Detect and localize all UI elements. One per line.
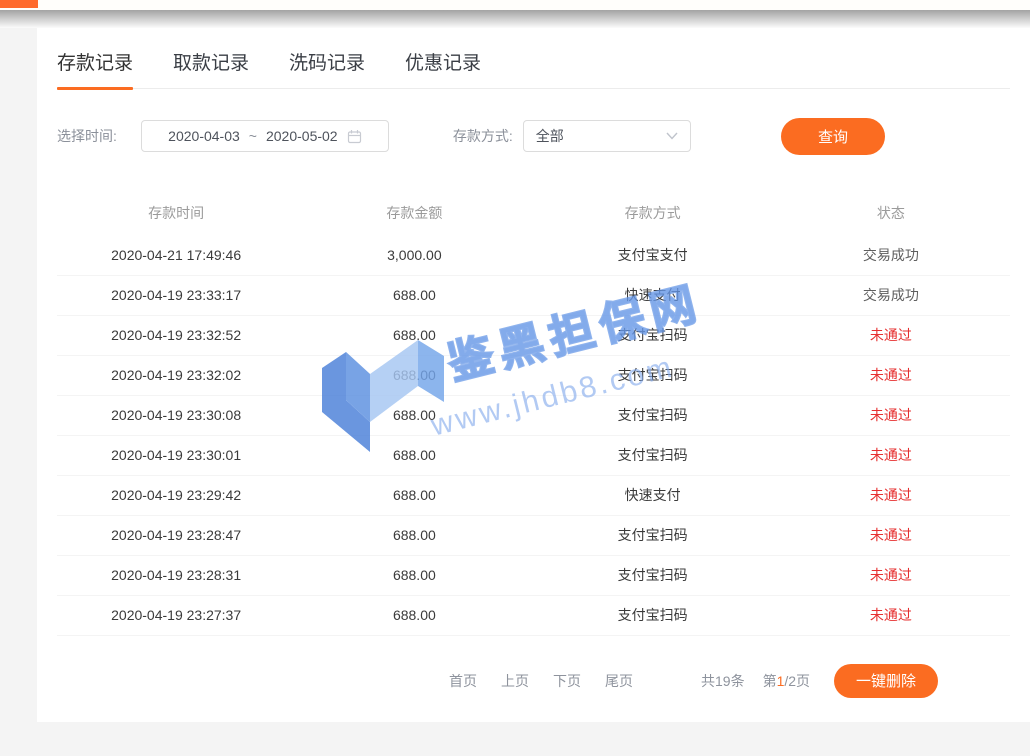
cell-method: 快速支付: [534, 475, 772, 515]
tab-withdrawal-records[interactable]: 取款记录: [173, 48, 249, 88]
cell-method: 支付宝扫码: [534, 355, 772, 395]
date-end-value: 2020-05-02: [266, 128, 338, 144]
cell-time: 2020-04-19 23:29:42: [57, 475, 295, 515]
select-value: 全部: [536, 126, 666, 146]
cell-amount: 688.00: [295, 355, 533, 395]
total-count: 共19条: [701, 671, 745, 691]
tab-rebate-records[interactable]: 洗码记录: [289, 48, 365, 88]
time-filter-label: 选择时间:: [57, 126, 117, 146]
table-row: 2020-04-19 23:28:31 688.00 支付宝扫码 未通过: [57, 555, 1010, 595]
table-row: 2020-04-19 23:30:01 688.00 支付宝扫码 未通过: [57, 435, 1010, 475]
last-page-link[interactable]: 尾页: [605, 671, 633, 691]
cell-time: 2020-04-19 23:30:08: [57, 395, 295, 435]
cell-status: 未通过: [772, 395, 1010, 435]
date-start-value: 2020-04-03: [168, 128, 240, 144]
col-header-deposit-amount: 存款金额: [295, 191, 533, 235]
cell-time: 2020-04-19 23:28:31: [57, 555, 295, 595]
cell-method: 支付宝扫码: [534, 515, 772, 555]
col-header-status: 状态: [772, 191, 1010, 235]
table-row: 2020-04-19 23:32:02 688.00 支付宝扫码 未通过: [57, 355, 1010, 395]
deposit-method-select[interactable]: 全部: [523, 120, 691, 152]
table-row: 2020-04-19 23:27:37 688.00 支付宝扫码 未通过: [57, 595, 1010, 635]
cell-status: 未通过: [772, 315, 1010, 355]
cell-time: 2020-04-21 17:49:46: [57, 235, 295, 275]
cell-method: 支付宝扫码: [534, 595, 772, 635]
tab-label: 洗码记录: [289, 53, 365, 74]
tab-label: 优惠记录: [405, 53, 481, 74]
calendar-icon: [347, 129, 362, 144]
active-tab-underline: [57, 87, 133, 90]
date-range-input[interactable]: 2020-04-03 ~ 2020-05-02: [141, 120, 389, 152]
top-bar: [0, 0, 1030, 10]
date-separator: ~: [249, 128, 257, 144]
next-page-link[interactable]: 下页: [553, 671, 581, 691]
table-row: 2020-04-19 23:30:08 688.00 支付宝扫码 未通过: [57, 395, 1010, 435]
header-shadow: [0, 10, 1030, 28]
chevron-down-icon: [666, 132, 678, 140]
cell-method: 支付宝支付: [534, 235, 772, 275]
pagination-bar: 首页 上页 下页 尾页 共19条 第1/2页 一键删除: [37, 664, 1030, 698]
first-page-link[interactable]: 首页: [449, 671, 477, 691]
cell-amount: 688.00: [295, 275, 533, 315]
table-row: 2020-04-19 23:32:52 688.00 支付宝扫码 未通过: [57, 315, 1010, 355]
cell-status: 未通过: [772, 555, 1010, 595]
top-accent-bar: [0, 0, 38, 8]
cell-amount: 688.00: [295, 395, 533, 435]
table-header-row: 存款时间 存款金额 存款方式 状态: [57, 191, 1010, 235]
prev-page-link[interactable]: 上页: [501, 671, 529, 691]
cell-time: 2020-04-19 23:27:37: [57, 595, 295, 635]
cell-time: 2020-04-19 23:28:47: [57, 515, 295, 555]
method-filter-label: 存款方式:: [453, 126, 513, 146]
cell-time: 2020-04-19 23:32:02: [57, 355, 295, 395]
table-row: 2020-04-19 23:29:42 688.00 快速支付 未通过: [57, 475, 1010, 515]
tab-label: 取款记录: [173, 53, 249, 74]
cell-amount: 3,000.00: [295, 235, 533, 275]
cell-status: 未通过: [772, 595, 1010, 635]
delete-all-button[interactable]: 一键删除: [834, 664, 938, 698]
tab-label: 存款记录: [57, 53, 133, 74]
cell-method: 支付宝扫码: [534, 555, 772, 595]
tab-bar: 存款记录 取款记录 洗码记录 优惠记录: [57, 28, 1010, 89]
cell-method: 支付宝扫码: [534, 435, 772, 475]
table-row: 2020-04-19 23:33:17 688.00 快速支付 交易成功: [57, 275, 1010, 315]
cell-time: 2020-04-19 23:33:17: [57, 275, 295, 315]
cell-amount: 688.00: [295, 475, 533, 515]
cell-amount: 688.00: [295, 595, 533, 635]
cell-amount: 688.00: [295, 315, 533, 355]
cell-method: 快速支付: [534, 275, 772, 315]
page-indicator: 第1/2页: [763, 671, 810, 691]
cell-time: 2020-04-19 23:30:01: [57, 435, 295, 475]
page: 存款记录 取款记录 洗码记录 优惠记录 选择时间: 2020-04-03 ~ 2…: [0, 0, 1030, 756]
cell-status: 未通过: [772, 355, 1010, 395]
col-header-deposit-time: 存款时间: [57, 191, 295, 235]
tab-promo-records[interactable]: 优惠记录: [405, 48, 481, 88]
cell-time: 2020-04-19 23:32:52: [57, 315, 295, 355]
cell-amount: 688.00: [295, 515, 533, 555]
cell-amount: 688.00: [295, 555, 533, 595]
cell-amount: 688.00: [295, 435, 533, 475]
table-row: 2020-04-21 17:49:46 3,000.00 支付宝支付 交易成功: [57, 235, 1010, 275]
col-header-deposit-method: 存款方式: [534, 191, 772, 235]
cell-status: 未通过: [772, 475, 1010, 515]
records-card: 存款记录 取款记录 洗码记录 优惠记录 选择时间: 2020-04-03 ~ 2…: [37, 28, 1030, 722]
tab-deposit-records[interactable]: 存款记录: [57, 48, 133, 88]
filter-bar: 选择时间: 2020-04-03 ~ 2020-05-02 存款方式: 全部: [37, 117, 1030, 155]
deposit-records-table: 存款时间 存款金额 存款方式 状态 2020-04-21 17:49:46 3,…: [57, 191, 1010, 636]
cell-status: 未通过: [772, 435, 1010, 475]
cell-status: 交易成功: [772, 275, 1010, 315]
search-button[interactable]: 查询: [781, 118, 885, 155]
table-row: 2020-04-19 23:28:47 688.00 支付宝扫码 未通过: [57, 515, 1010, 555]
cell-status: 未通过: [772, 515, 1010, 555]
cell-method: 支付宝扫码: [534, 395, 772, 435]
cell-method: 支付宝扫码: [534, 315, 772, 355]
cell-status: 交易成功: [772, 235, 1010, 275]
